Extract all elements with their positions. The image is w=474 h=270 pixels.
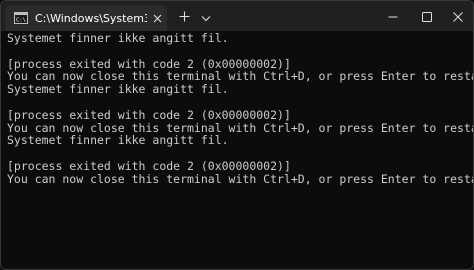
terminal-line: Systemet finner ikke angitt fil.	[7, 31, 229, 45]
plus-icon	[179, 7, 190, 26]
maximize-button[interactable]	[418, 7, 436, 25]
close-window-button[interactable]	[449, 7, 467, 25]
chevron-down-icon	[201, 7, 211, 26]
terminal-line: [process exited with code 2 (0x00000002)…	[7, 107, 291, 122]
title-bar[interactable]: C:\ C:\Windows\System32\cmd.e	[1, 1, 473, 31]
terminal-line: [process exited with code 2 (0x00000002)…	[7, 158, 291, 173]
terminal-line: Systemet finner ikke angitt fil.	[7, 133, 229, 148]
terminal-output[interactable]: Systemet finner ikke angitt fil. [proces…	[1, 31, 473, 269]
new-tab-button[interactable]	[176, 8, 192, 24]
minimize-button[interactable]	[384, 7, 402, 25]
tab-title: C:\Windows\System32\cmd.e	[35, 11, 147, 25]
tab-cmd[interactable]: C:\ C:\Windows\System32\cmd.e	[5, 5, 167, 31]
maximize-icon	[422, 7, 432, 26]
terminal-window: C:\ C:\Windows\System32\cmd.e	[0, 0, 474, 270]
tab-dropdown-button[interactable]	[198, 8, 214, 24]
terminal-line: You can now close this terminal with Ctr…	[7, 171, 474, 186]
close-icon[interactable]	[149, 10, 165, 26]
close-icon	[453, 7, 463, 26]
minimize-icon	[388, 7, 398, 26]
cmd-icon: C:\	[13, 10, 29, 26]
terminal-line: Systemet finner ikke angitt fil.	[7, 82, 229, 97]
svg-text:C:\: C:\	[16, 18, 26, 24]
